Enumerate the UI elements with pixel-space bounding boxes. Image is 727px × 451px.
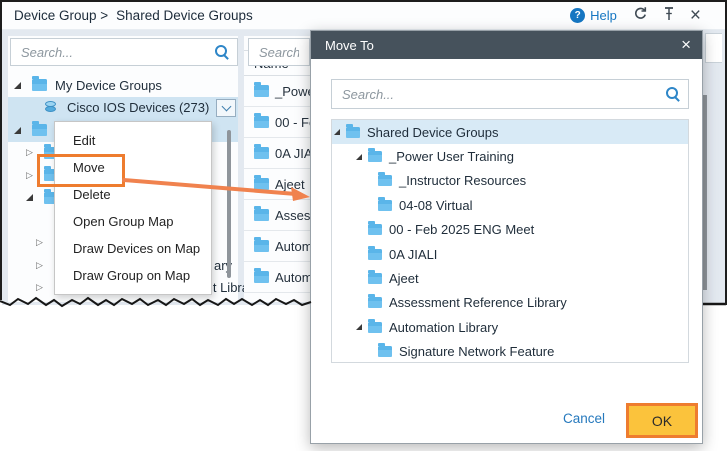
device-group-row[interactable]: Autom bbox=[244, 231, 310, 262]
folder-icon bbox=[368, 322, 382, 333]
device-group-row[interactable]: _Powe bbox=[244, 76, 310, 107]
expander-icon[interactable] bbox=[36, 261, 54, 270]
dialog-folder-tree: Shared Device Groups _Power User Trainin… bbox=[331, 119, 689, 363]
dialog-tree-item[interactable]: Automation Library bbox=[332, 315, 688, 339]
screenshot-root: Device Group > Shared Device Groups ? He… bbox=[0, 0, 727, 451]
right-scrollbar[interactable] bbox=[703, 95, 707, 290]
breadcrumb: Device Group > Shared Device Groups bbox=[14, 8, 253, 23]
group-list: _Powe 00 - Fe 0A JIAL Ajeet bbox=[244, 76, 310, 293]
search-icon[interactable] bbox=[215, 45, 229, 59]
expander-icon[interactable] bbox=[14, 127, 32, 134]
tree-item[interactable]: My Device Groups bbox=[8, 74, 238, 97]
context-menu-item[interactable]: Move bbox=[55, 154, 211, 181]
expander-icon[interactable] bbox=[36, 283, 54, 292]
breadcrumb-root[interactable]: Device Group > bbox=[14, 8, 108, 23]
context-menu: Edit Move Delete Open Group Map Draw Dev… bbox=[54, 121, 212, 295]
dialog-tree-item[interactable]: _Instructor Resources bbox=[332, 169, 688, 193]
folder-icon bbox=[44, 101, 59, 114]
folder-icon bbox=[32, 79, 47, 91]
device-group-row[interactable]: 0A JIAL bbox=[244, 138, 310, 169]
context-menu-item[interactable]: Edit bbox=[55, 127, 211, 154]
title-bar: Device Group > Shared Device Groups ? He… bbox=[2, 2, 725, 30]
dialog-header: Move To × bbox=[311, 31, 702, 59]
background-search-sliver bbox=[705, 33, 722, 63]
folder-icon bbox=[378, 200, 392, 211]
folder-icon bbox=[254, 116, 269, 128]
expander-icon[interactable] bbox=[14, 82, 32, 89]
dialog-tree-item[interactable]: 0A JIALI bbox=[332, 242, 688, 266]
help-label: Help bbox=[590, 8, 617, 23]
middle-search-box bbox=[248, 38, 310, 66]
folder-icon bbox=[346, 127, 360, 138]
left-scrollbar[interactable] bbox=[227, 130, 231, 278]
device-group-row[interactable]: Assess bbox=[244, 200, 310, 231]
dialog-search-input[interactable] bbox=[340, 86, 666, 103]
cancel-button[interactable]: Cancel bbox=[563, 411, 605, 426]
chevron-down-icon bbox=[221, 101, 231, 111]
folder-icon bbox=[368, 297, 382, 308]
window-border-left bbox=[0, 0, 2, 300]
dialog-tree-item[interactable]: _Power User Training bbox=[332, 144, 688, 168]
middle-search-input[interactable] bbox=[257, 44, 301, 61]
left-search-box bbox=[10, 38, 238, 66]
device-group-row[interactable]: 00 - Fe bbox=[244, 107, 310, 138]
dialog-tree-item[interactable]: Assessment Reference Library bbox=[332, 291, 688, 315]
expander-icon[interactable] bbox=[26, 194, 44, 201]
context-menu-item[interactable]: Draw Devices on Map bbox=[55, 235, 211, 262]
help-icon: ? bbox=[570, 8, 585, 23]
folder-icon bbox=[32, 124, 47, 136]
expander-icon[interactable] bbox=[356, 154, 366, 160]
dialog-tree-item[interactable]: Signature Network Feature bbox=[332, 340, 688, 363]
refresh-icon[interactable] bbox=[632, 5, 648, 26]
search-icon[interactable] bbox=[666, 87, 680, 101]
dialog-close-icon[interactable]: × bbox=[681, 38, 691, 52]
expander-icon[interactable] bbox=[356, 324, 366, 330]
dialog-tree-item[interactable]: 04-08 Virtual bbox=[332, 193, 688, 217]
dialog-search-box bbox=[331, 79, 689, 109]
folder-icon bbox=[254, 240, 269, 252]
tree-item[interactable]: Cisco IOS Devices (273) bbox=[8, 97, 238, 120]
folder-icon bbox=[254, 209, 269, 221]
pin-icon[interactable] bbox=[663, 6, 675, 26]
folder-icon bbox=[378, 175, 392, 186]
context-menu-item[interactable]: Delete bbox=[55, 181, 211, 208]
folder-icon bbox=[378, 346, 392, 357]
device-group-list-panel: Name _Powe 00 - Fe 0A JIAL bbox=[244, 36, 310, 302]
move-to-dialog: Move To × Shared Device Groups _Power Us… bbox=[310, 30, 703, 444]
left-search-input[interactable] bbox=[19, 44, 215, 61]
expander-icon[interactable] bbox=[26, 171, 44, 180]
breadcrumb-current: Shared Device Groups bbox=[116, 8, 253, 23]
dialog-tree-item[interactable]: Ajeet bbox=[332, 266, 688, 290]
folder-icon bbox=[254, 271, 269, 283]
folder-icon bbox=[368, 224, 382, 235]
row-menu-button[interactable] bbox=[216, 99, 236, 117]
folder-icon bbox=[254, 147, 269, 159]
expander-icon[interactable] bbox=[36, 238, 54, 247]
folder-icon bbox=[368, 249, 382, 260]
device-group-row[interactable]: Autom bbox=[244, 262, 310, 293]
window-border-top bbox=[0, 0, 727, 2]
folder-icon bbox=[368, 273, 382, 284]
dialog-tree-item[interactable]: Shared Device Groups bbox=[332, 120, 688, 144]
context-menu-item[interactable]: Open Group Map bbox=[55, 208, 211, 235]
folder-icon bbox=[254, 178, 269, 190]
window-close-icon[interactable]: × bbox=[690, 9, 701, 23]
folder-icon bbox=[368, 151, 382, 162]
dialog-title: Move To bbox=[325, 38, 374, 53]
ok-button[interactable]: OK bbox=[626, 403, 698, 438]
expander-icon[interactable] bbox=[334, 129, 344, 135]
dialog-tree-item[interactable]: 00 - Feb 2025 ENG Meet bbox=[332, 218, 688, 242]
context-menu-item[interactable]: Draw Group on Map bbox=[55, 262, 211, 289]
help-button[interactable]: ? Help bbox=[570, 8, 617, 23]
expander-icon[interactable] bbox=[26, 148, 44, 157]
device-group-row[interactable]: Ajeet bbox=[244, 169, 310, 200]
folder-icon bbox=[254, 85, 269, 97]
